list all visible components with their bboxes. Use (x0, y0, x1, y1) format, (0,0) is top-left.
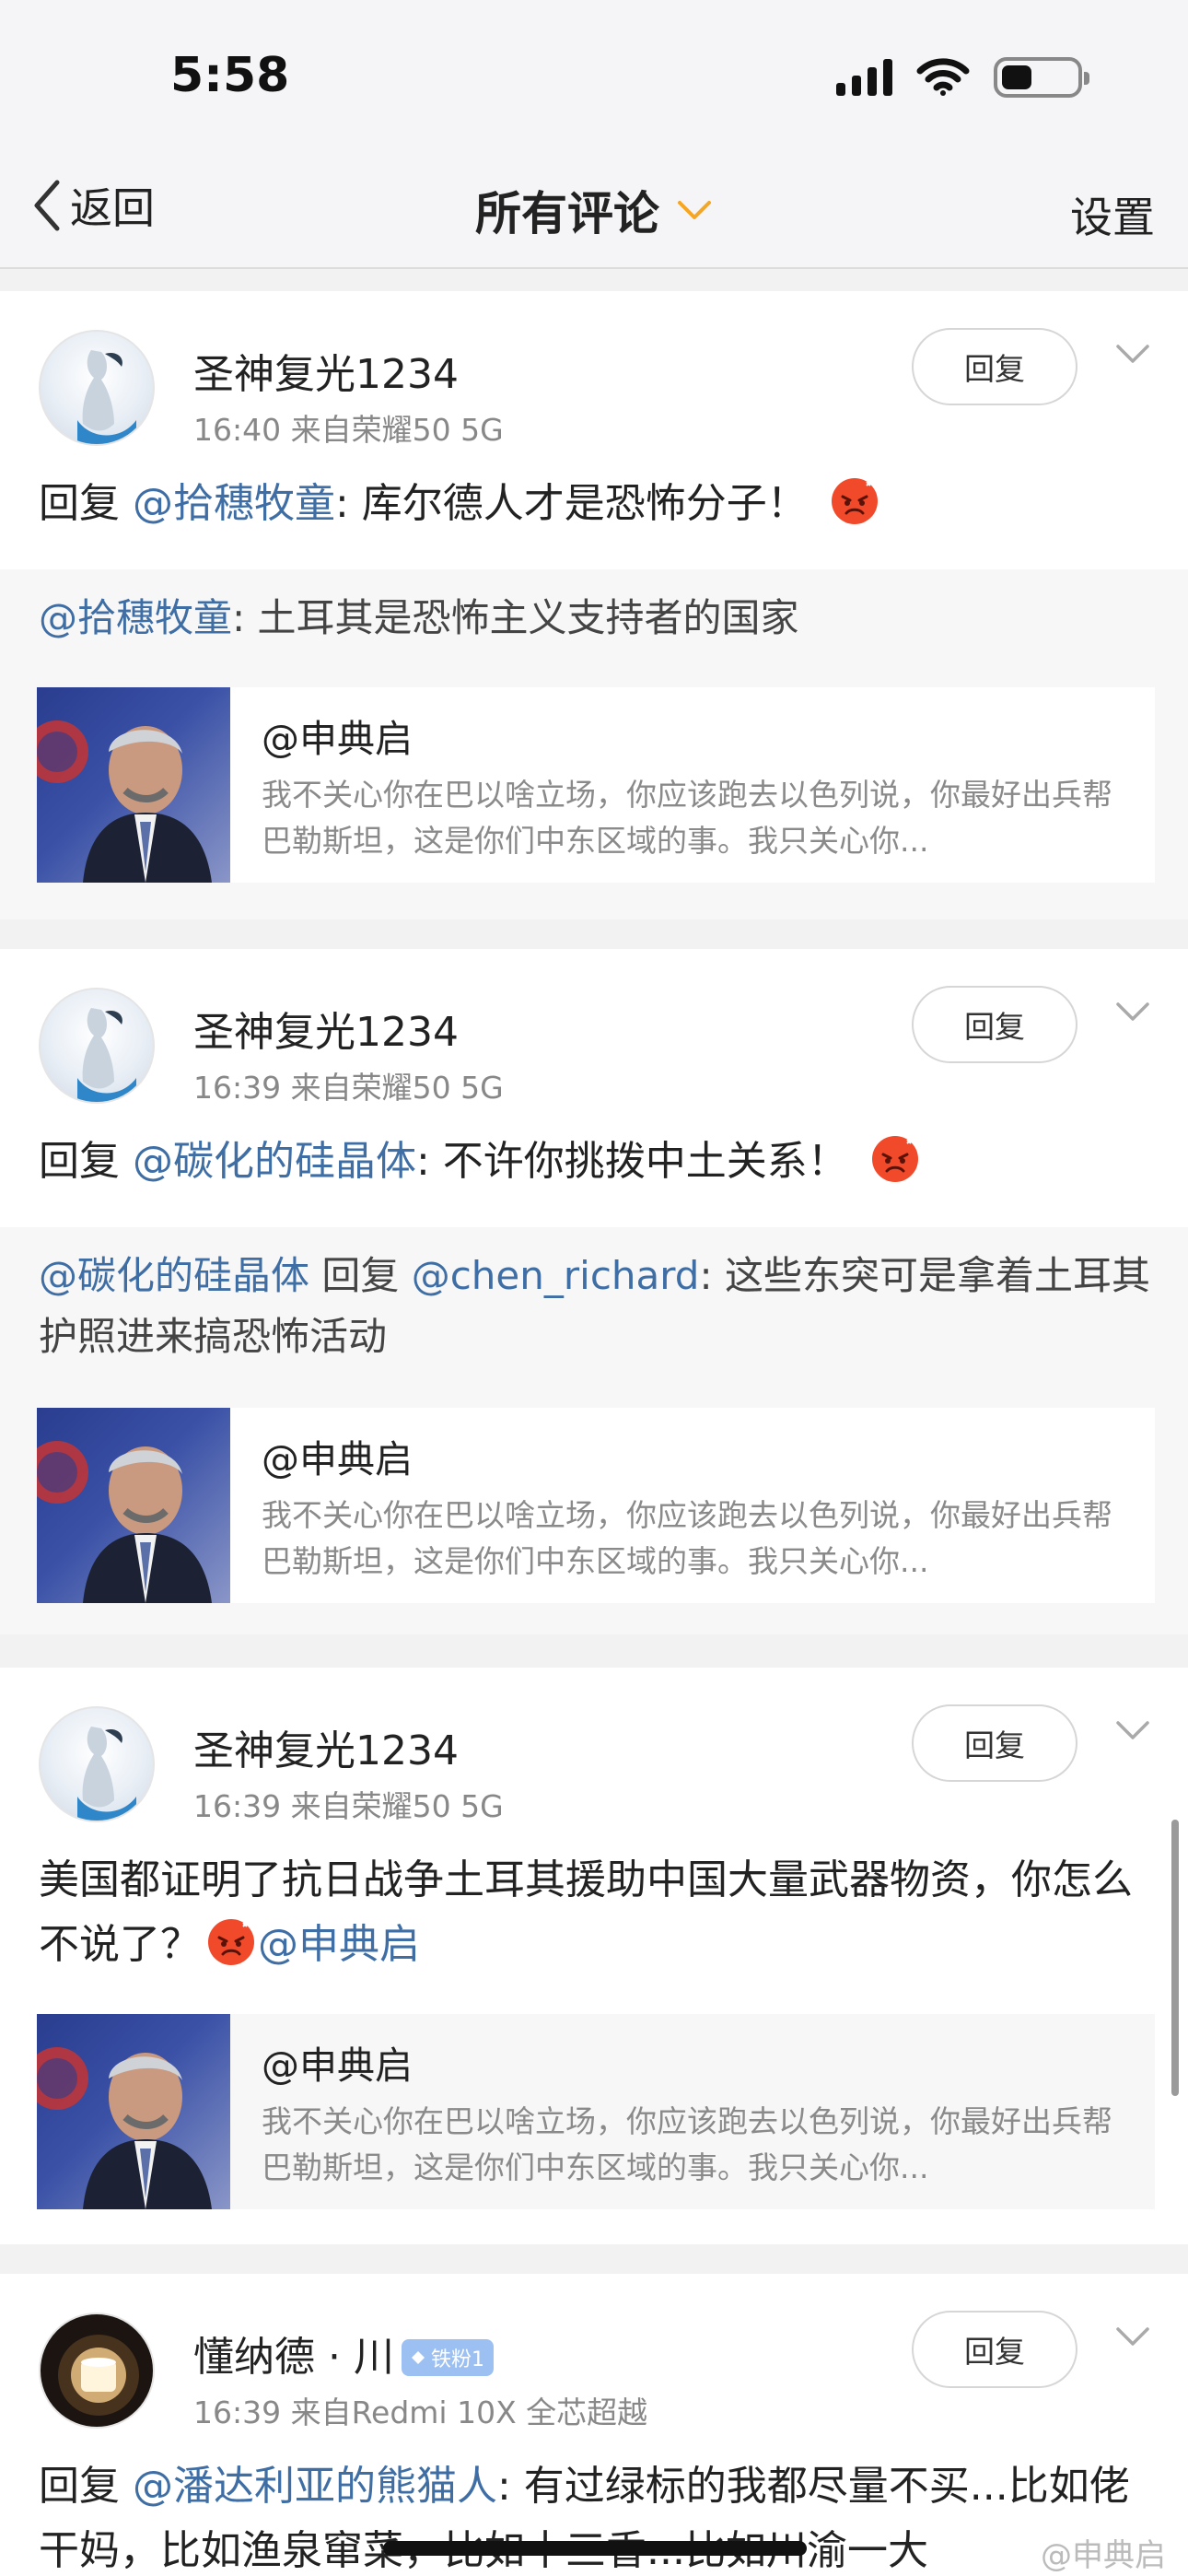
comment-text: : 库尔德人才是恐怖分子！ (335, 480, 808, 527)
comment-username[interactable]: 圣神复光1234 (193, 341, 459, 400)
comment-text: 美国都证明了抗日战争土耳其援助中国大量武器物资，你怎么不说了？ (39, 1856, 1133, 1968)
reply-button[interactable]: 回复 (912, 2311, 1077, 2388)
comment-content: 回复 @潘达利亚的熊猫人: 有过绿标的我都尽量不买...比如佬干妈，比如渔泉窜菜… (39, 2454, 1151, 2576)
wifi-icon (916, 58, 970, 97)
reply-prefix: 回复 (39, 1138, 120, 1185)
angry-emoji-icon (831, 478, 878, 524)
comment-card: 圣神复光1234 16:39 来自荣耀50 5G 回复 美国都证明了抗日战争土耳… (0, 1668, 1188, 2244)
top-bar: 5:58 返回 所有评论 设置 (0, 0, 1188, 269)
shared-post-card[interactable]: @申典启 我不关心你在巴以啥立场，你应该跑去以色列说，你最好出兵帮巴勒斯坦，这是… (37, 1408, 1155, 1603)
shared-post-card[interactable]: @申典启 我不关心你在巴以啥立场，你应该跑去以色列说，你最好出兵帮巴勒斯坦，这是… (37, 2014, 1155, 2209)
avatar[interactable] (39, 2313, 155, 2429)
cellular-signal-icon (836, 59, 892, 96)
shared-post-author: @申典启 (262, 2043, 413, 2088)
reply-prefix: 回复 (39, 480, 120, 527)
comment-card: 圣神复光1234 16:39 来自荣耀50 5G 回复 回复 @碳化的硅晶体: … (0, 949, 1188, 1634)
chevron-down-icon (678, 201, 711, 219)
comment-filter-dropdown[interactable]: 所有评论 (475, 177, 713, 243)
shared-post-author: @申典启 (262, 1437, 413, 1481)
angry-emoji-icon (871, 1136, 918, 1182)
mention-link[interactable]: @拾穗牧童 (133, 480, 335, 527)
mention-link[interactable]: @拾穗牧童 (39, 595, 232, 640)
comment-meta: 16:40 来自荣耀50 5G (193, 412, 504, 448)
quoted-comment[interactable]: @拾穗牧童: 土耳其是恐怖主义支持者的国家 @申典启 我不关心你在巴以啥立场，你… (0, 569, 1188, 919)
comment-content: 回复 @拾穗牧童: 库尔德人才是恐怖分子！ (39, 472, 1151, 536)
reply-button[interactable]: 回复 (912, 1704, 1077, 1782)
shared-post-excerpt: 我不关心你在巴以啥立场，你应该跑去以色列说，你最好出兵帮巴勒斯坦，这是你们中东区… (262, 2103, 1112, 2185)
chevron-down-icon[interactable] (1114, 343, 1151, 365)
mention-link[interactable]: @申典启 (258, 1921, 420, 1968)
quoted-comment[interactable]: @碳化的硅晶体 回复 @chen_richard: 这些东突可是拿着土耳其护照进… (0, 1227, 1188, 1634)
scrollbar[interactable] (1171, 1820, 1179, 2096)
reply-button[interactable]: 回复 (912, 328, 1077, 405)
comment-content: 回复 @碳化的硅晶体: 不许你挑拨中土关系！ (39, 1130, 1151, 1194)
shared-post-thumbnail (37, 1408, 230, 1603)
shared-post-author: @申典启 (262, 717, 413, 761)
chevron-down-icon[interactable] (1114, 1719, 1151, 1741)
comment-card: 懂纳德 · 川铁粉1 16:39 来自Redmi 10X 全芯超越 回复 回复 … (0, 2274, 1188, 2576)
reply-button[interactable]: 回复 (912, 986, 1077, 1063)
page-title: 所有评论 (475, 187, 659, 240)
mention-link[interactable]: @碳化的硅晶体 (133, 1138, 416, 1185)
chevron-down-icon[interactable] (1114, 1001, 1151, 1023)
comment-meta: 16:39 来自荣耀50 5G (193, 1070, 504, 1106)
mention-link[interactable]: @chen_richard (412, 1253, 700, 1298)
comment-meta: 16:39 来自Redmi 10X 全芯超越 (193, 2395, 648, 2430)
comment-content: 美国都证明了抗日战争土耳其援助中国大量武器物资，你怎么不说了？ @申典启 (39, 1848, 1151, 1977)
shared-post-card[interactable]: @申典启 我不关心你在巴以啥立场，你应该跑去以色列说，你最好出兵帮巴勒斯坦，这是… (37, 687, 1155, 883)
settings-button[interactable]: 设置 (1070, 184, 1155, 245)
quoted-text: @拾穗牧童: 土耳其是恐怖主义支持者的国家 (39, 595, 799, 640)
comment-username[interactable]: 圣神复光1234 (193, 999, 459, 1058)
reply-prefix: 回复 (39, 2463, 120, 2510)
chevron-down-icon[interactable] (1114, 2325, 1151, 2348)
fan-badge: 铁粉1 (401, 2339, 494, 2376)
quoted-text: @碳化的硅晶体 回复 @chen_richard: 这些东突可是拿着土耳其护照进… (39, 1253, 1150, 1359)
angry-emoji-icon (208, 1919, 254, 1965)
comment-meta: 16:39 来自荣耀50 5G (193, 1788, 504, 1824)
comment-card: 圣神复光1234 16:40 来自荣耀50 5G 回复 回复 @拾穗牧童: 库尔… (0, 291, 1188, 919)
status-time: 5:58 (170, 48, 290, 103)
status-icons (836, 57, 1089, 98)
shared-post-excerpt: 我不关心你在巴以啥立场，你应该跑去以色列说，你最好出兵帮巴勒斯坦，这是你们中东区… (262, 1497, 1112, 1579)
shared-post-thumbnail (37, 687, 230, 883)
home-indicator[interactable] (383, 2541, 807, 2556)
shared-post-excerpt: 我不关心你在巴以啥立场，你应该跑去以色列说，你最好出兵帮巴勒斯坦，这是你们中东区… (262, 777, 1112, 859)
comment-username[interactable]: 圣神复光1234 (193, 1717, 459, 1776)
battery-icon (994, 57, 1089, 98)
mention-link[interactable]: @潘达利亚的熊猫人 (133, 2463, 497, 2510)
avatar[interactable] (39, 988, 155, 1104)
comment-text: : 不许你挑拨中土关系！ (416, 1138, 848, 1185)
avatar[interactable] (39, 330, 155, 446)
avatar[interactable] (39, 1706, 155, 1822)
diamond-icon (411, 2351, 425, 2364)
watermark: @申典启 (1041, 2537, 1166, 2574)
mention-link[interactable]: @碳化的硅晶体 (39, 1253, 309, 1298)
comment-username[interactable]: 懂纳德 · 川铁粉1 (193, 2324, 494, 2383)
shared-post-thumbnail (37, 2014, 230, 2209)
